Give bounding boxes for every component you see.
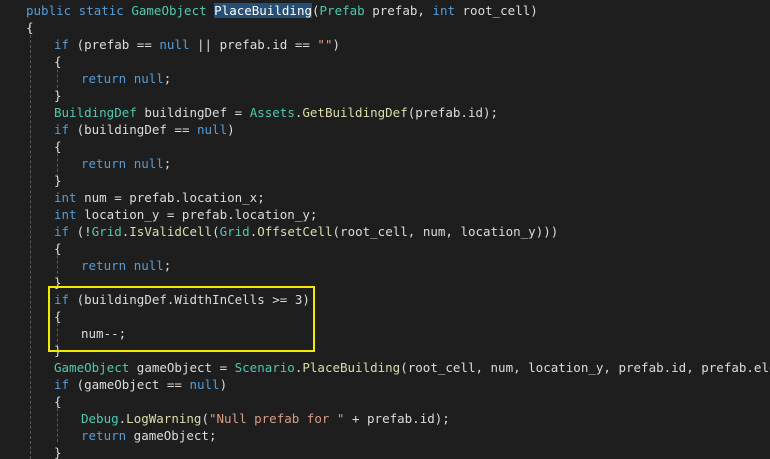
code-token: { bbox=[26, 20, 34, 35]
code-token: ; bbox=[163, 71, 172, 86]
code-token: "Null prefab for " bbox=[208, 411, 345, 426]
code-token: ) bbox=[219, 377, 228, 392]
code-token: ( bbox=[201, 411, 209, 426]
code-token: "" bbox=[317, 37, 333, 52]
code-line[interactable]: if (prefab == null || prefab.id == "") bbox=[54, 36, 340, 53]
code-editor[interactable]: public static GameObject PlaceBuilding(P… bbox=[0, 0, 770, 459]
code-line[interactable]: int num = prefab.location_x; bbox=[54, 189, 265, 206]
code-token: } bbox=[54, 88, 62, 103]
code-line[interactable]: GameObject gameObject = Scenario.PlaceBu… bbox=[54, 359, 770, 376]
code-token: LogWarning bbox=[126, 411, 202, 426]
code-line[interactable]: { bbox=[54, 53, 62, 70]
code-line[interactable]: int location_y = prefab.location_y; bbox=[54, 206, 317, 223]
code-token: ; bbox=[163, 156, 172, 171]
code-token: Assets bbox=[249, 105, 295, 120]
code-token: root_cell) bbox=[455, 3, 538, 18]
code-token: prefab, bbox=[364, 3, 433, 18]
code-token: ( bbox=[312, 3, 320, 18]
code-token: int bbox=[54, 190, 77, 205]
code-token: (prefab == bbox=[69, 37, 160, 52]
code-token: GetBuildingDef bbox=[302, 105, 408, 120]
code-token: Grid bbox=[219, 224, 250, 239]
code-token: null bbox=[133, 71, 164, 86]
code-token: public static bbox=[26, 3, 132, 18]
indent-guide bbox=[30, 25, 31, 459]
code-line[interactable]: public static GameObject PlaceBuilding(P… bbox=[26, 2, 538, 19]
code-token: (root_cell, num, location_y, prefab.id, … bbox=[400, 360, 770, 375]
code-line[interactable]: if (buildingDef == null) bbox=[54, 121, 235, 138]
code-token: Prefab bbox=[319, 3, 365, 18]
code-token: { bbox=[54, 241, 62, 256]
code-line[interactable]: { bbox=[26, 19, 34, 36]
code-line[interactable]: { bbox=[54, 393, 62, 410]
code-token: gameObject; bbox=[126, 428, 217, 443]
code-token: return bbox=[81, 156, 127, 171]
code-token: ) bbox=[332, 37, 341, 52]
code-token: || prefab.id == bbox=[189, 37, 318, 52]
code-line[interactable]: return null; bbox=[81, 155, 171, 172]
code-token: location_y = prefab.location_y; bbox=[76, 207, 318, 222]
code-token: if bbox=[54, 122, 70, 137]
code-line[interactable]: if (!Grid.IsValidCell(Grid.OffsetCell(ro… bbox=[54, 223, 558, 240]
code-token: GameObject bbox=[131, 3, 207, 18]
code-line[interactable]: } bbox=[54, 444, 62, 459]
code-token: IsValidCell bbox=[129, 224, 213, 239]
code-line[interactable]: if (gameObject == null) bbox=[54, 376, 227, 393]
code-token: if bbox=[54, 37, 70, 52]
code-token: Debug bbox=[81, 411, 119, 426]
code-token: GameObject bbox=[54, 360, 130, 375]
code-token: } bbox=[54, 173, 62, 188]
highlight-annotation-box bbox=[48, 286, 315, 352]
code-token: int bbox=[432, 3, 455, 18]
code-token: null bbox=[159, 37, 190, 52]
code-token: (! bbox=[69, 224, 92, 239]
code-token: (prefab.id); bbox=[407, 105, 499, 120]
code-line[interactable]: { bbox=[54, 240, 62, 257]
code-token: buildingDef = bbox=[136, 105, 250, 120]
code-token: return bbox=[81, 258, 127, 273]
code-token: null bbox=[197, 122, 228, 137]
code-token: if bbox=[54, 377, 70, 392]
code-token: null bbox=[133, 156, 164, 171]
code-token: BuildingDef bbox=[54, 105, 137, 120]
code-token: ( bbox=[212, 224, 220, 239]
code-token: Scenario bbox=[234, 360, 295, 375]
code-token: gameObject = bbox=[129, 360, 235, 375]
code-line[interactable]: } bbox=[54, 172, 62, 189]
code-token: if bbox=[54, 224, 70, 239]
code-token: OffsetCell bbox=[257, 224, 333, 239]
code-line[interactable]: BuildingDef buildingDef = Assets.GetBuil… bbox=[54, 104, 498, 121]
code-token: + prefab.id); bbox=[344, 411, 450, 426]
code-token: ) bbox=[227, 122, 235, 137]
code-token: return bbox=[81, 428, 127, 443]
code-line[interactable]: return null; bbox=[81, 257, 171, 274]
code-token: (buildingDef == bbox=[69, 122, 197, 137]
code-token: (gameObject == bbox=[69, 377, 190, 392]
code-token: return bbox=[81, 71, 127, 86]
code-token: PlaceBuilding bbox=[214, 3, 312, 18]
code-token: Grid bbox=[91, 224, 122, 239]
code-line[interactable]: { bbox=[54, 138, 62, 155]
code-line[interactable]: Debug.LogWarning("Null prefab for " + pr… bbox=[81, 410, 450, 427]
code-token: { bbox=[54, 394, 62, 409]
code-token: (root_cell, num, location_y))) bbox=[332, 224, 559, 239]
code-line[interactable]: return null; bbox=[81, 70, 171, 87]
code-token: null bbox=[189, 377, 220, 392]
code-line[interactable]: return gameObject; bbox=[81, 427, 216, 444]
code-token: { bbox=[54, 54, 62, 69]
code-token: ; bbox=[163, 258, 172, 273]
code-line[interactable]: } bbox=[54, 87, 62, 104]
code-token: num = prefab.location_x; bbox=[76, 190, 265, 205]
code-token: int bbox=[54, 207, 77, 222]
code-token: null bbox=[133, 258, 164, 273]
code-token: PlaceBuilding bbox=[302, 360, 401, 375]
code-token: } bbox=[54, 445, 62, 459]
code-token: { bbox=[54, 139, 62, 154]
